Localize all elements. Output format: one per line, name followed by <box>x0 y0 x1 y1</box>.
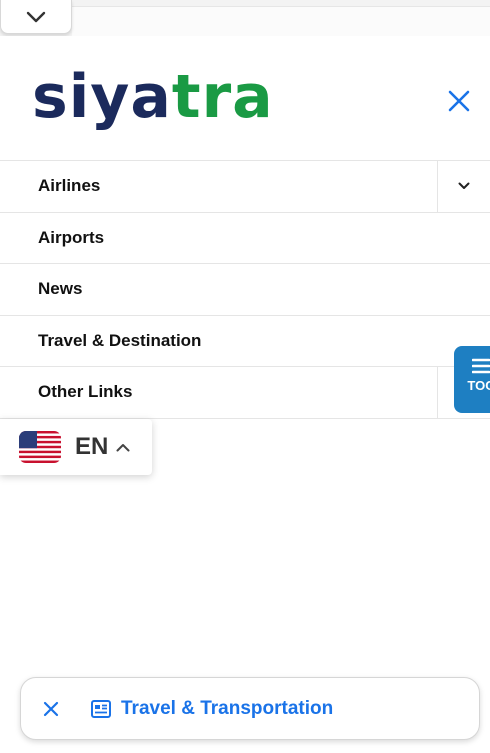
close-icon <box>43 701 59 716</box>
close-bottom-bar-button[interactable] <box>41 699 61 719</box>
language-switcher[interactable]: EN <box>0 419 152 475</box>
chevron-down-icon <box>458 182 470 190</box>
chevron-up-icon <box>116 443 130 451</box>
site-header: siya tra <box>0 36 490 160</box>
chevron-down-icon <box>26 11 46 22</box>
siyatra-logo[interactable]: siya tra <box>32 62 274 132</box>
close-icon <box>448 90 470 112</box>
menu-item-label: Other Links <box>38 382 133 402</box>
menu-item-label: Airlines <box>38 176 101 196</box>
collapse-toggle-button[interactable] <box>0 0 72 34</box>
bottom-category-bar: Travel & Transportation <box>20 677 480 740</box>
top-strip-bar <box>72 6 490 36</box>
top-strip <box>0 0 490 36</box>
language-code: EN <box>75 433 109 460</box>
toc-button[interactable]: TOC <box>454 346 490 413</box>
logo-text-green: tra <box>171 62 274 132</box>
hamburger-icon <box>472 358 490 374</box>
category-link[interactable]: Travel & Transportation <box>121 698 333 720</box>
menu-item-label: Airports <box>38 227 105 247</box>
menu-item-airlines[interactable]: Airlines <box>0 161 490 213</box>
menu-item-other-links[interactable]: Other Links <box>0 367 490 419</box>
main-menu: Airlines Airports News Travel & Destinat… <box>0 160 490 419</box>
menu-item-travel-destination[interactable]: Travel & Destination <box>0 316 490 367</box>
newspaper-icon <box>91 699 111 718</box>
menu-item-label: News <box>38 279 83 299</box>
menu-item-news[interactable]: News <box>0 264 490 316</box>
toc-label: TOC <box>467 378 490 393</box>
menu-item-label: Travel & Destination <box>38 330 202 350</box>
close-menu-button[interactable] <box>444 86 474 116</box>
us-flag-icon <box>19 431 61 463</box>
submenu-toggle-airlines[interactable] <box>437 161 490 212</box>
page: siya tra Airlines Airports News Travel & … <box>0 0 490 753</box>
logo-text-navy: siya <box>32 62 172 132</box>
menu-item-airports[interactable]: Airports <box>0 213 490 264</box>
